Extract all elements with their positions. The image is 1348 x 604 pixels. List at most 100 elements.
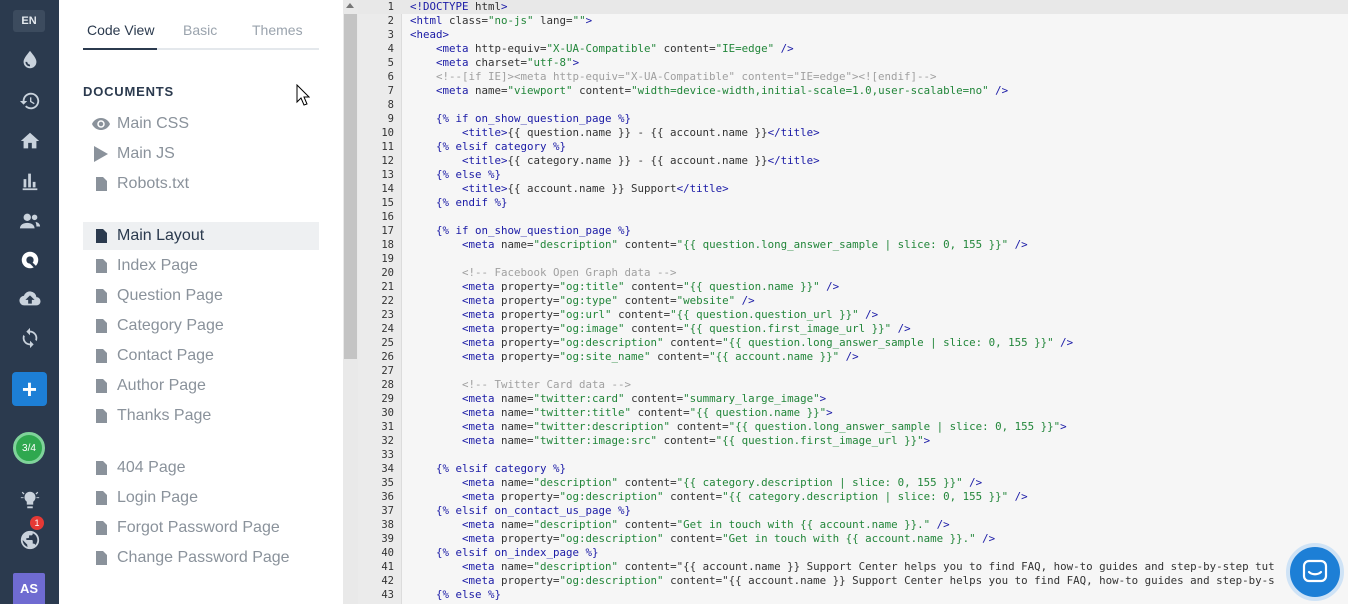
code-line[interactable]: 41 <meta name="description" content="{{ … [358, 560, 1348, 574]
code-line[interactable]: 29 <meta name="twitter:card" content="su… [358, 392, 1348, 406]
scroll-thumb[interactable] [344, 14, 357, 359]
support-icon[interactable] [0, 245, 59, 275]
code-line[interactable]: 10 <title>{{ question.name }} - {{ accou… [358, 126, 1348, 140]
language-switch[interactable]: EN [13, 10, 45, 32]
code-line[interactable]: 7 <meta name="viewport" content="width=d… [358, 84, 1348, 98]
code-line[interactable]: 31 <meta name="twitter:description" cont… [358, 420, 1348, 434]
lightbulb-icon[interactable] [0, 485, 59, 515]
chat-launcher-button[interactable] [1286, 543, 1344, 601]
doc-item-author-page[interactable]: Author Page [83, 372, 319, 400]
panel-scrollbar[interactable] [343, 0, 358, 604]
add-icon[interactable]: + [12, 372, 47, 406]
code-text: <meta name="description" content="Get in… [462, 518, 950, 531]
code-line[interactable]: 30 <meta name="twitter:title" content="{… [358, 406, 1348, 420]
code-line[interactable]: 23 <meta property="og:url" content="{{ q… [358, 308, 1348, 322]
code-line[interactable]: 35 <meta name="description" content="{{ … [358, 476, 1348, 490]
file-icon [91, 319, 111, 333]
doc-item-main-js[interactable]: Main JS [83, 140, 319, 168]
history-icon[interactable] [0, 86, 59, 116]
doc-item-404-page[interactable]: 404 Page [83, 454, 319, 482]
code-line[interactable]: 40 {% elsif on_index_page %} [358, 546, 1348, 560]
doc-item-label: Login Page [117, 489, 198, 506]
code-line[interactable]: 33 [358, 448, 1348, 462]
doc-item-contact-page[interactable]: Contact Page [83, 342, 319, 370]
code-line[interactable]: 32 <meta name="twitter:image:src" conten… [358, 434, 1348, 448]
code-line[interactable]: 8 [358, 98, 1348, 112]
code-text: <html class="no-js" lang=""> [410, 14, 593, 27]
code-line[interactable]: 37 {% elsif on_contact_us_page %} [358, 504, 1348, 518]
home-icon[interactable] [0, 126, 59, 156]
code-line[interactable]: 16 [358, 210, 1348, 224]
doc-item-change-password-page[interactable]: Change Password Page [83, 544, 319, 572]
code-line[interactable]: 28 <!-- Twitter Card data --> [358, 378, 1348, 392]
doc-item-question-page[interactable]: Question Page [83, 282, 319, 310]
line-number: 13 [381, 169, 394, 181]
tab-basic[interactable]: Basic [183, 22, 217, 38]
doc-item-robots-txt[interactable]: Robots.txt [83, 170, 319, 198]
sync-icon[interactable] [0, 323, 59, 353]
code-line[interactable]: 12 <title>{{ category.name }} - {{ accou… [358, 154, 1348, 168]
avatar[interactable]: AS [13, 573, 45, 604]
line-number: 15 [381, 197, 394, 209]
code-line[interactable]: 14 <title>{{ account.name }} Support</ti… [358, 182, 1348, 196]
file-icon [91, 461, 111, 475]
bar-chart-icon[interactable] [0, 166, 59, 196]
code-line[interactable]: 13 {% else %} [358, 168, 1348, 182]
code-line[interactable]: 24 <meta property="og:image" content="{{… [358, 322, 1348, 336]
code-line[interactable]: 5 <meta charset="utf-8"> [358, 56, 1348, 70]
code-line[interactable]: 27 [358, 364, 1348, 378]
code-text: {% elsif category %} [436, 140, 567, 153]
file-icon [91, 491, 111, 505]
code-text: {% endif %} [436, 196, 508, 209]
code-line[interactable]: 39 <meta property="og:description" conte… [358, 532, 1348, 546]
cloud-upload-icon[interactable] [0, 284, 59, 314]
code-line[interactable]: 4 <meta http-equiv="X-UA-Compatible" con… [358, 42, 1348, 56]
code-line[interactable]: 20 <!-- Facebook Open Graph data --> [358, 266, 1348, 280]
code-line[interactable]: 2 <html class="no-js" lang=""> [358, 14, 1348, 28]
doc-item-main-layout[interactable]: Main Layout [83, 222, 319, 250]
code-line[interactable]: 25 <meta property="og:description" conte… [358, 336, 1348, 350]
doc-item-index-page[interactable]: Index Page [83, 252, 319, 280]
scroll-up-arrow[interactable] [346, 3, 354, 8]
code-line[interactable]: 42 <meta property="og:description" conte… [358, 574, 1348, 588]
doc-item-category-page[interactable]: Category Page [83, 312, 319, 340]
code-line[interactable]: 26 <meta property="og:site_name" content… [358, 350, 1348, 364]
code-line[interactable]: 11 {% elsif category %} [358, 140, 1348, 154]
code-line[interactable]: 6 <!--[if IE]><meta http-equiv="X-UA-Com… [358, 70, 1348, 84]
doc-item-main-css[interactable]: Main CSS [83, 110, 319, 138]
code-line[interactable]: 17 {% if on_show_question_page %} [358, 224, 1348, 238]
app-rail: EN + 3/4 1 AS [0, 0, 59, 604]
users-icon[interactable] [0, 206, 59, 236]
doc-item-label: Main CSS [117, 115, 190, 132]
documents-panel: Code View Basic Themes DOCUMENTS Main CS… [59, 0, 343, 604]
tab-code-view[interactable]: Code View [87, 22, 154, 38]
code-line[interactable]: 22 <meta property="og:type" content="web… [358, 294, 1348, 308]
doc-item-label: Question Page [117, 287, 223, 304]
globe-icon[interactable] [0, 525, 59, 555]
code-line[interactable]: 3 <head> [358, 28, 1348, 42]
line-number: 38 [381, 519, 394, 531]
code-line[interactable]: 18 <meta name="description" content="{{ … [358, 238, 1348, 252]
code-line[interactable]: 38 <meta name="description" content="Get… [358, 518, 1348, 532]
progress-icon[interactable]: 3/4 [13, 432, 45, 464]
code-line[interactable]: 15 {% endif %} [358, 196, 1348, 210]
code-line[interactable]: 1 <!DOCTYPE html> [358, 0, 1348, 14]
line-number: 7 [387, 85, 394, 97]
doc-item-forgot-password-page[interactable]: Forgot Password Page [83, 514, 319, 542]
doc-item-thanks-page[interactable]: Thanks Page [83, 402, 319, 430]
line-number: 21 [381, 281, 394, 293]
code-text: <meta property="og:description" content=… [462, 574, 1275, 587]
tab-themes[interactable]: Themes [252, 22, 303, 38]
line-number: 12 [381, 155, 394, 167]
file-icon [91, 349, 111, 363]
code-line[interactable]: 21 <meta property="og:title" content="{{… [358, 280, 1348, 294]
doc-item-label: Thanks Page [117, 407, 212, 424]
code-line[interactable]: 34 {% elsif category %} [358, 462, 1348, 476]
code-editor[interactable]: 1 <!DOCTYPE html> 2 <html class="no-js" lan… [358, 0, 1348, 604]
code-line[interactable]: 19 [358, 252, 1348, 266]
doc-item-login-page[interactable]: Login Page [83, 484, 319, 512]
droplet-icon[interactable] [0, 45, 59, 75]
code-line[interactable]: 36 <meta property="og:description" conte… [358, 490, 1348, 504]
code-line[interactable]: 9 {% if on_show_question_page %} [358, 112, 1348, 126]
code-line[interactable]: 43 {% else %} [358, 588, 1348, 602]
